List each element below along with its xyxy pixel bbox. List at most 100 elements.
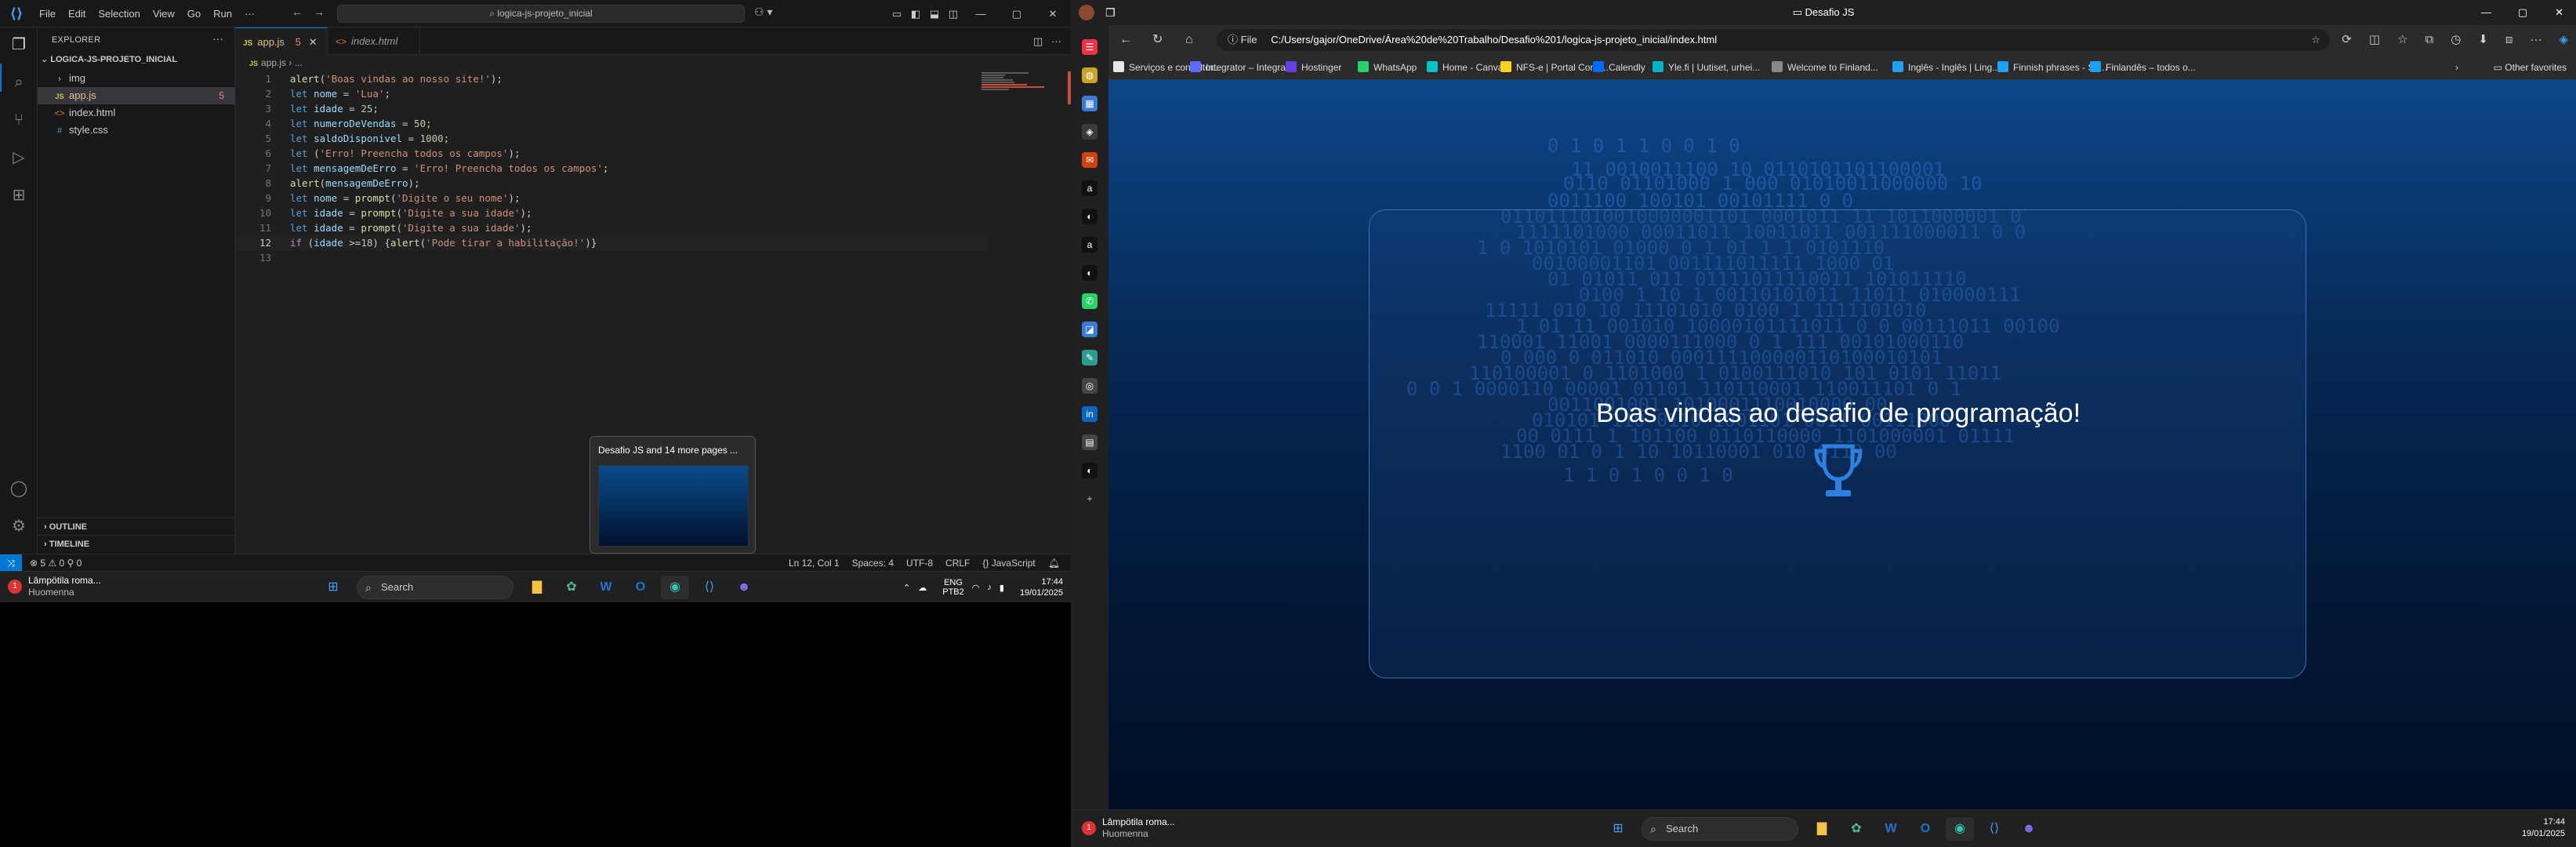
file-icon[interactable]: ▤ xyxy=(1082,434,1098,450)
layout-icon[interactable]: ◫ xyxy=(944,8,963,20)
favorite-item[interactable]: WhatsApp xyxy=(1358,55,1417,80)
code-line[interactable]: 8 alert(mensagemDeErro); xyxy=(235,176,988,191)
code-line[interactable]: 4 let numeroDeVendas = 50; xyxy=(235,116,988,131)
clock[interactable]: 17:44 19/01/2025 xyxy=(2522,816,2565,840)
tools-icon[interactable]: ▦ xyxy=(1082,96,1098,111)
favorites-icon[interactable]: ◍ xyxy=(1082,67,1098,83)
outlook-icon[interactable]: O xyxy=(1911,817,1939,841)
split-screen-icon[interactable]: ◫ xyxy=(2369,33,2380,46)
language-indicator[interactable]: ENG PTB2 xyxy=(934,578,964,597)
remote-icon[interactable]: ⤨ xyxy=(0,554,22,572)
favorites-bar-icon[interactable]: ☆ xyxy=(2397,33,2407,46)
favorite-item[interactable]: Finlandês – todos o... xyxy=(2090,55,2196,80)
volume-icon[interactable]: ♪ xyxy=(987,583,992,592)
whatsapp-icon[interactable]: ✆ xyxy=(1082,293,1098,309)
vscode-taskbar-icon[interactable]: ⟨⟩ xyxy=(695,576,724,599)
menu-view[interactable]: View xyxy=(147,0,181,27)
timeline-section[interactable]: › TIMELINE xyxy=(38,535,235,552)
more-actions-icon[interactable]: ··· xyxy=(1051,35,1061,47)
code-line[interactable]: 11 let idade = prompt('Digite a sua idade… xyxy=(235,220,988,235)
forward-arrow-icon[interactable]: → xyxy=(314,5,325,18)
github-icon[interactable]: ◐ xyxy=(1082,265,1098,281)
weather-widget[interactable]: 1 Lâmpötila roma... Huomenna xyxy=(1082,816,1175,840)
code-line[interactable]: 7 let mensagemDeErro = 'Erro! Preencha to… xyxy=(235,161,988,176)
menu-go[interactable]: Go xyxy=(181,0,207,27)
refresh-page-icon[interactable]: ⟳ xyxy=(2342,33,2352,46)
maximize-icon[interactable]: ▢ xyxy=(2518,0,2527,25)
menu-more[interactable]: ··· xyxy=(238,0,261,27)
code-line[interactable]: 10 let idade = prompt('Digite a sua idade… xyxy=(235,205,988,220)
edge-icon[interactable]: ◉ xyxy=(661,576,689,599)
code-line[interactable]: 1 alert('Boas vindas ao nosso site!'); xyxy=(235,71,988,86)
favorite-item[interactable]: Integrator – Integra... xyxy=(1190,55,1293,80)
history-icon[interactable]: ◷ xyxy=(2451,33,2461,46)
edge-taskbar-preview[interactable]: Desafio JS and 14 more pages ... xyxy=(590,436,756,554)
tree-item-app-js[interactable]: JS app.js 5 xyxy=(38,87,235,104)
copilot-icon[interactable]: ⚇ ▾ xyxy=(754,5,772,19)
back-arrow-icon[interactable]: ← xyxy=(1119,25,1132,55)
favorites-overflow-icon[interactable]: › xyxy=(2455,55,2458,80)
source-control-icon[interactable]: ⑂ xyxy=(9,111,28,129)
code-line[interactable]: 2 let nome = 'Lua'; xyxy=(235,86,988,101)
discord-icon[interactable]: ☻ xyxy=(2015,817,2043,841)
refresh-icon[interactable]: ↻ xyxy=(1152,25,1163,55)
tree-item-img[interactable]: › img xyxy=(38,70,235,87)
code-line[interactable]: 12 if (idade >=18) {alert('Pode tirar a h… xyxy=(235,235,988,250)
battery-icon[interactable]: ▮ xyxy=(1000,583,1004,593)
taskbar-search[interactable]: ⌕ Search xyxy=(1642,817,1798,841)
account-icon[interactable]: ◯ xyxy=(9,479,28,498)
close-icon[interactable]: ✕ xyxy=(1035,8,1071,20)
encoding[interactable]: UTF-8 xyxy=(906,558,933,569)
language-mode[interactable]: {} JavaScript xyxy=(982,558,1035,569)
weather-widget[interactable]: 1 Lâmpötila roma... Huomenna xyxy=(8,575,101,598)
github-icon[interactable]: ◐ xyxy=(1082,463,1098,478)
minimap[interactable] xyxy=(981,71,1060,90)
tree-item-style-css[interactable]: # style.css xyxy=(38,122,235,139)
more-actions-icon[interactable]: ··· xyxy=(212,32,223,45)
tray-chevron-icon[interactable]: ⌃ xyxy=(903,583,910,593)
problems-status[interactable]: ⊗ 5 ⚠ 0 ⚲ 0 xyxy=(30,554,82,572)
linkedin-icon[interactable]: in xyxy=(1082,406,1098,422)
tree-item-index-html[interactable]: <> index.html xyxy=(38,104,235,122)
line-ending[interactable]: CRLF xyxy=(945,558,970,569)
code-editor[interactable]: 1 alert('Boas vindas ao nosso site!'); 2 le… xyxy=(235,71,988,265)
other-favorites[interactable]: ▭ Other favorites xyxy=(2494,55,2567,80)
run-debug-icon[interactable]: ▷ xyxy=(9,148,28,167)
menu-run[interactable]: Run xyxy=(207,0,238,27)
toggle-bottom-panel-icon[interactable]: ⬓ xyxy=(925,8,944,20)
minimize-icon[interactable]: — xyxy=(2481,0,2491,25)
file-explorer-icon[interactable]: ▇ xyxy=(1808,817,1836,841)
toggle-panel-icon[interactable]: ▭ xyxy=(887,8,906,20)
collections-icon[interactable]: ⧉ xyxy=(2425,33,2434,46)
outline-section[interactable]: › OUTLINE xyxy=(38,518,235,535)
onedrive-icon[interactable]: ☁ xyxy=(918,583,927,593)
back-arrow-icon[interactable]: ← xyxy=(292,5,303,18)
home-icon[interactable]: ⌂ xyxy=(1185,25,1193,55)
amazon-icon[interactable]: a xyxy=(1082,237,1098,253)
more-menu-icon[interactable]: ··· xyxy=(2530,33,2542,46)
breadcrumb[interactable]: JS app.js › ... xyxy=(249,57,303,68)
favorite-item[interactable]: Inglês - Inglês | Ling... xyxy=(1892,55,2000,80)
toggle-sidebar-icon[interactable]: ◧ xyxy=(906,8,925,20)
minimize-icon[interactable]: — xyxy=(963,8,999,20)
cursor-position[interactable]: Ln 12, Col 1 xyxy=(789,558,840,569)
edge-icon[interactable]: ◉ xyxy=(1946,817,1974,841)
copilot-icon[interactable]: ◈ xyxy=(2559,33,2568,46)
extensions-icon[interactable]: ⊞ xyxy=(9,186,28,205)
favorite-item[interactable]: Welcome to Finland... xyxy=(1772,55,1878,80)
taskbar-search[interactable]: ⌕ Search xyxy=(357,576,513,599)
code-line[interactable]: 5 let saldoDisponivel = 1000; xyxy=(235,131,988,146)
code-line[interactable]: 3 let idade = 25; xyxy=(235,101,988,116)
github-icon[interactable]: ◐ xyxy=(1082,209,1098,224)
tab-index-html[interactable]: <> index.html xyxy=(328,27,420,55)
code-line[interactable]: 13 xyxy=(235,250,988,265)
split-editor-icon[interactable]: ◫ xyxy=(1033,35,1043,47)
app-icon[interactable]: ◪ xyxy=(1082,322,1098,337)
close-tab-icon[interactable]: ✕ xyxy=(309,36,317,48)
code-line[interactable]: 6 let ('Erro! Preencha todos os campos'); xyxy=(235,146,988,161)
word-icon[interactable]: W xyxy=(1877,817,1905,841)
code-line[interactable]: 9 let nome = prompt('Digite o seu nome'); xyxy=(235,191,988,205)
favorite-star-icon[interactable]: ☆ xyxy=(2311,29,2320,51)
wifi-icon[interactable]: ◠ xyxy=(972,583,980,593)
tab-app-js[interactable]: JS app.js 5 ✕ xyxy=(235,27,328,55)
